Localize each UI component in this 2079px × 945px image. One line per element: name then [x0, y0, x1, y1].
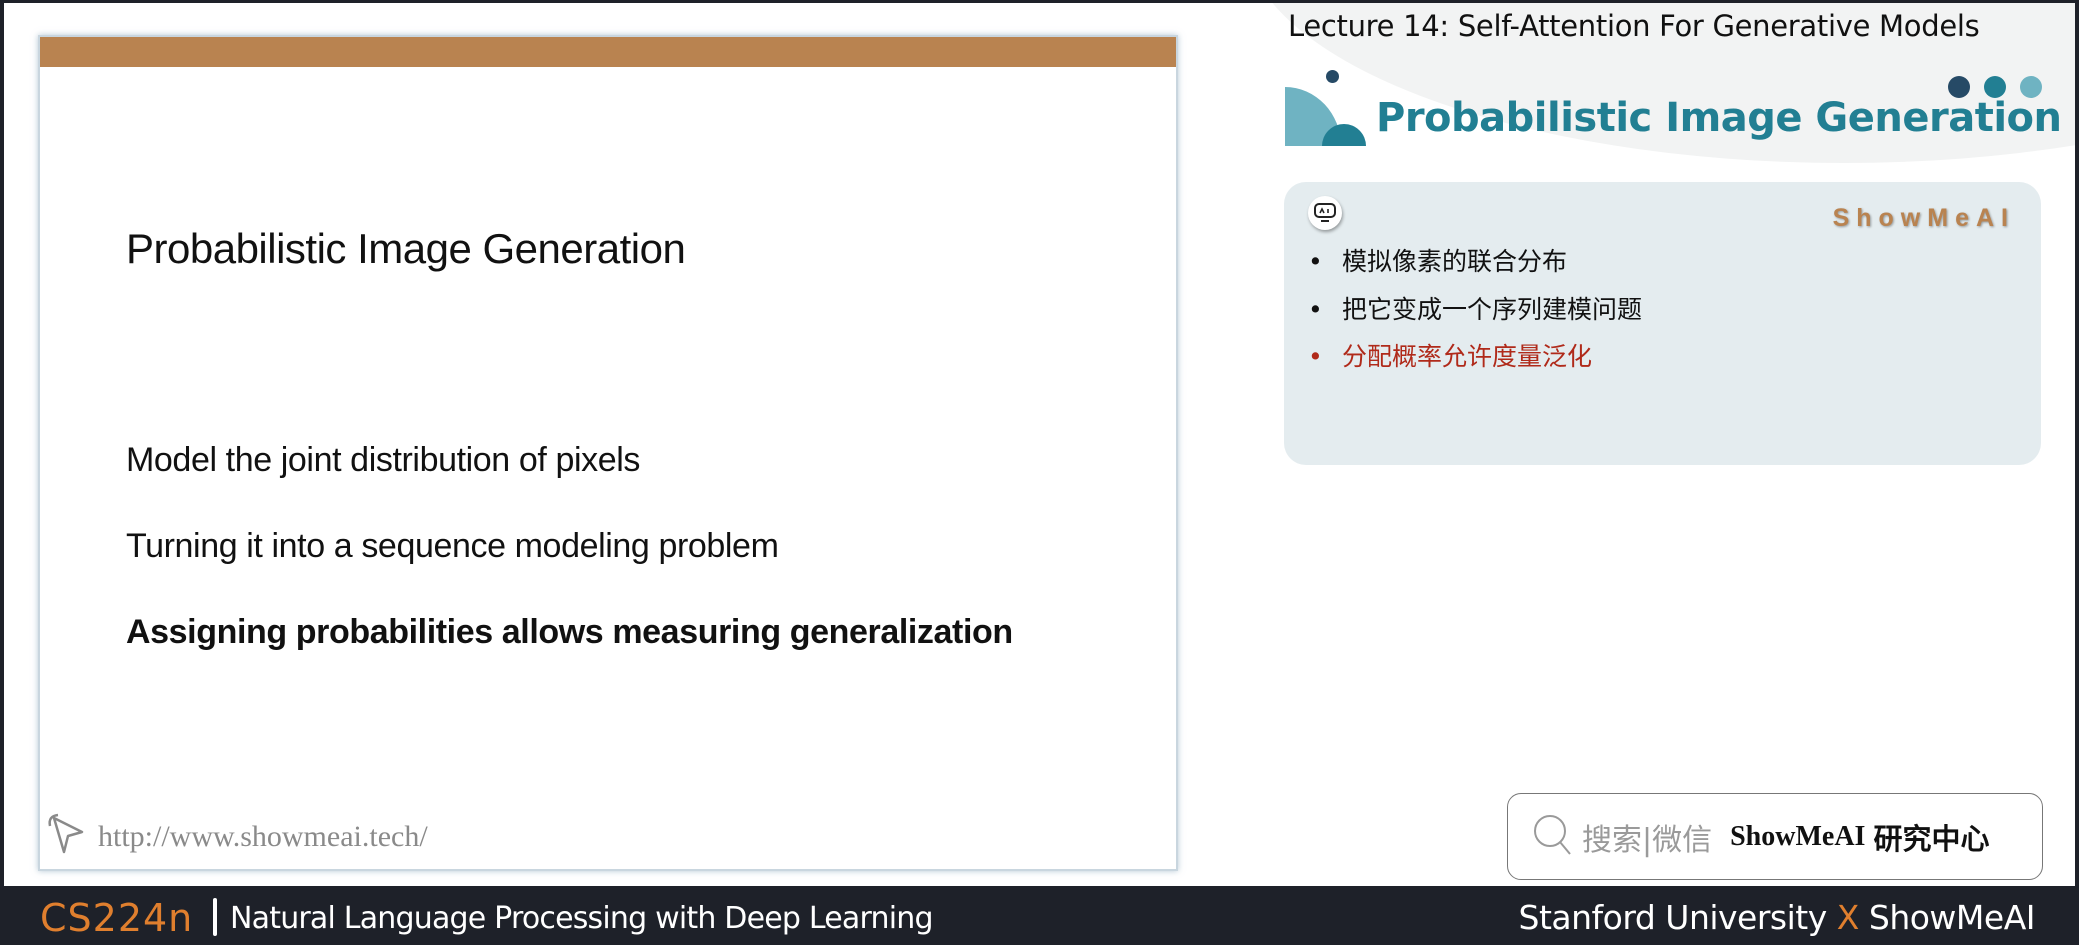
decor-three-dots [1948, 76, 2042, 98]
decor-dot [1326, 70, 1339, 83]
slide-url-link[interactable]: http://www.showmeai.tech/ [46, 812, 428, 861]
slide-line-2: Turning it into a sequence modeling prob… [126, 527, 779, 565]
footer-bar: CS224n Natural Language Processing with … [0, 886, 2079, 945]
slide-title: Probabilistic Image Generation [126, 225, 686, 272]
bullet: • [1308, 342, 1323, 371]
showmeai-watermark: ShowMeAI [1832, 204, 2015, 232]
notes-list: • 模拟像素的联合分布 • 把它变成一个序列建模问题 • 分配概率允许度量泛化 [1308, 242, 1642, 385]
list-item-highlighted: • 分配概率允许度量泛化 [1308, 337, 1642, 385]
list-item: • 把它变成一个序列建模问题 [1308, 290, 1642, 338]
bullet: • [1308, 247, 1323, 276]
lecture-title: Lecture 14: Self-Attention For Generativ… [1288, 9, 1980, 43]
course-name: Natural Language Processing with Deep Le… [230, 901, 934, 936]
course-code: CS224n [40, 896, 194, 940]
credit-x: X [1836, 898, 1860, 937]
credit-right: ShowMeAI [1868, 898, 2036, 937]
decor-dot-teal [1984, 76, 2006, 98]
list-item: • 模拟像素的联合分布 [1308, 242, 1642, 290]
footer-credit: Stanford University X ShowMeAI [1518, 898, 2036, 937]
lecture-frame: Probabilistic Image Generation Model the… [4, 3, 2075, 886]
decor-dot-dark [1948, 76, 1970, 98]
slide-panel: Probabilistic Image Generation Model the… [38, 35, 1178, 871]
ai-robot-icon [1308, 196, 1342, 230]
section-title: Probabilistic Image Generation [1376, 95, 2062, 141]
slide-accent-bar [40, 37, 1176, 67]
search-brand: ShowMeAI [1730, 820, 1866, 852]
search-icon [1530, 812, 1574, 861]
bullet: • [1308, 294, 1323, 324]
list-item-text: 模拟像素的联合分布 [1342, 247, 1568, 276]
search-brand-suffix: 研究中心 [1873, 821, 1990, 856]
slide-line-1: Model the joint distribution of pixels [126, 441, 640, 479]
slide-url-text: http://www.showmeai.tech/ [98, 819, 428, 853]
cursor-pointer-icon [46, 812, 90, 861]
list-item-text: 分配概率允许度量泛化 [1342, 342, 1593, 371]
decor-dot-light [2020, 76, 2042, 98]
credit-left: Stanford University [1518, 898, 1828, 937]
notes-card: ShowMeAI • 模拟像素的联合分布 • 把它变成一个序列建模问题 • 分配… [1284, 182, 2041, 465]
search-label: 搜索|微信 [1582, 822, 1713, 858]
wechat-search-badge[interactable]: 搜索|微信 ShowMeAI 研究中心 [1507, 793, 2043, 880]
slide-line-3: Assigning probabilities allows measuring… [126, 613, 1013, 651]
footer-separator [213, 898, 217, 936]
list-item-text: 把它变成一个序列建模问题 [1342, 294, 1643, 324]
